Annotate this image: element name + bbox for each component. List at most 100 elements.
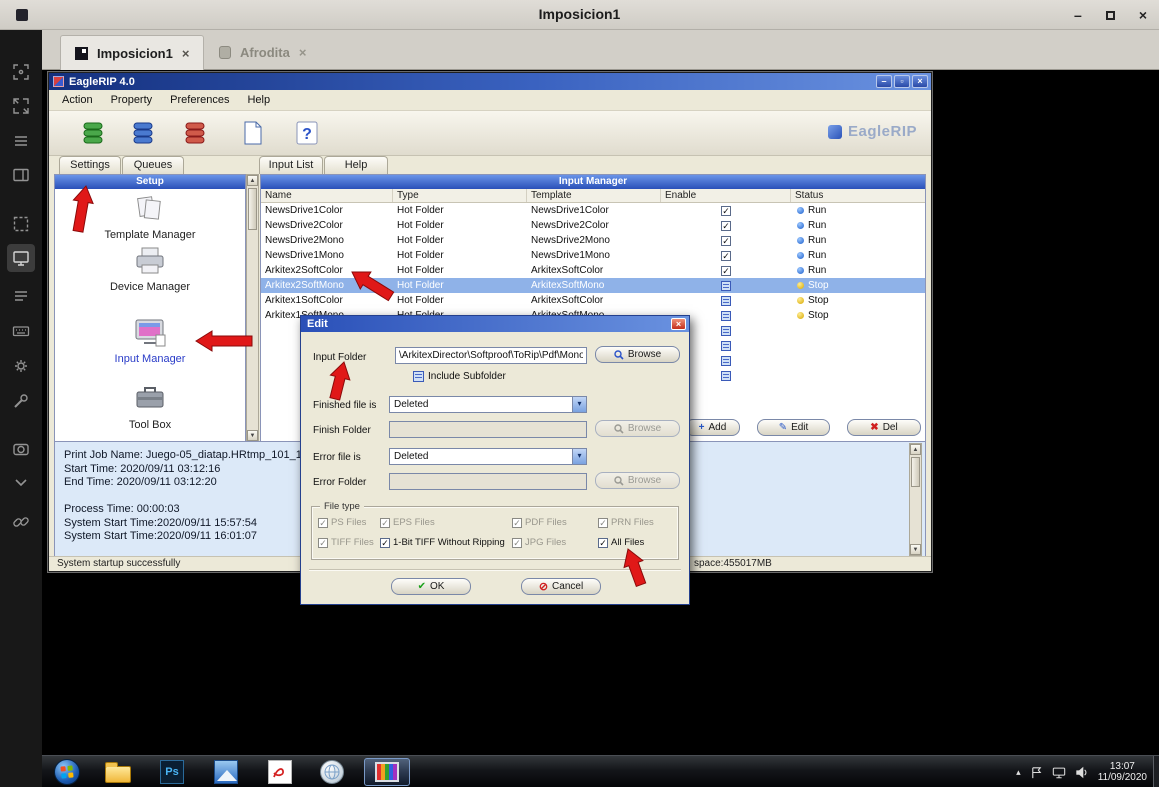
restore-button[interactable] xyxy=(1106,11,1115,20)
display-icon[interactable] xyxy=(7,244,35,272)
scroll-up-icon[interactable]: ▲ xyxy=(910,444,921,455)
chevron-down-icon[interactable]: ▾ xyxy=(572,449,586,464)
column-type[interactable]: Type xyxy=(393,189,527,202)
stop-input-icon[interactable] xyxy=(181,119,209,147)
chevron-down-icon[interactable] xyxy=(7,468,35,496)
error-file-select[interactable]: Deleted ▾ xyxy=(389,448,587,465)
tab-queues[interactable]: Queues xyxy=(122,156,184,174)
table-row[interactable]: NewsDrive1Color Hot Folder NewsDrive1Col… xyxy=(261,203,925,218)
dialog-titlebar[interactable]: Edit × xyxy=(301,316,689,332)
column-template[interactable]: Template xyxy=(527,189,661,202)
enable-checkbox[interactable] xyxy=(661,293,791,308)
include-subfolder-checkbox[interactable]: Include Subfolder xyxy=(413,371,506,382)
help-icon[interactable]: ? xyxy=(293,119,321,147)
finished-file-select[interactable]: Deleted ▾ xyxy=(389,396,587,413)
flag-icon[interactable] xyxy=(1030,766,1043,779)
enable-checkbox[interactable] xyxy=(661,248,791,263)
list-icon[interactable] xyxy=(7,282,35,310)
tab-close-icon[interactable]: × xyxy=(182,46,190,61)
window-panel-icon[interactable] xyxy=(7,161,35,189)
enable-checkbox[interactable] xyxy=(661,233,791,248)
tab-input-list[interactable]: Input List xyxy=(259,156,323,174)
column-status[interactable]: Status xyxy=(791,189,926,202)
explorer-taskbar-button[interactable] xyxy=(98,758,138,786)
setup-item-device-manager[interactable]: Device Manager xyxy=(55,243,245,293)
tab-settings[interactable]: Settings xyxy=(59,156,121,174)
start-button[interactable] xyxy=(54,759,80,785)
browser-taskbar-button[interactable] xyxy=(312,758,352,786)
column-enable[interactable]: Enable xyxy=(661,189,791,202)
ok-button[interactable]: ✔ OK xyxy=(391,578,471,595)
menu-icon[interactable] xyxy=(7,127,35,155)
checkbox-tiff-files[interactable]: TIFF Files xyxy=(318,537,374,548)
error-folder-field[interactable] xyxy=(389,473,587,490)
scroll-thumb[interactable] xyxy=(248,188,257,230)
menu-action[interactable]: Action xyxy=(53,92,102,108)
minimize-button[interactable]: – xyxy=(1074,7,1082,23)
table-row[interactable]: Arkitex2SoftColor Hot Folder ArkitexSoft… xyxy=(261,263,925,278)
document-icon[interactable] xyxy=(239,119,267,147)
scroll-down-icon[interactable]: ▼ xyxy=(247,430,258,441)
checkbox-pdf-files[interactable]: PDF Files xyxy=(512,517,567,528)
tab-afrodita[interactable]: Afrodita × xyxy=(205,35,320,70)
checkbox-eps-files[interactable]: EPS Files xyxy=(380,517,435,528)
show-desktop-button[interactable] xyxy=(1153,756,1159,787)
fullscreen-icon[interactable] xyxy=(7,92,35,120)
enable-checkbox[interactable] xyxy=(661,278,791,293)
finish-folder-field[interactable] xyxy=(389,421,587,438)
add-button[interactable]: + Add xyxy=(685,419,740,436)
table-row[interactable]: Arkitex1SoftColor Hot Folder ArkitexSoft… xyxy=(261,293,925,308)
cancel-button[interactable]: ⊘ Cancel xyxy=(521,578,601,595)
edit-button[interactable]: ✎ Edit xyxy=(757,419,830,436)
tab-imposicion1[interactable]: Imposicion1 × xyxy=(60,35,204,70)
scroll-thumb[interactable] xyxy=(911,457,920,487)
table-row[interactable]: NewsDrive2Mono Hot Folder NewsDrive2Mono… xyxy=(261,233,925,248)
menu-help[interactable]: Help xyxy=(238,92,279,108)
photo-viewer-taskbar-button[interactable] xyxy=(206,758,246,786)
tab-help[interactable]: Help xyxy=(324,156,388,174)
close-icon[interactable]: × xyxy=(671,318,686,330)
maximize-button[interactable]: ▫ xyxy=(894,75,910,88)
browse-input-folder-button[interactable]: Browse xyxy=(595,346,680,363)
table-row-selected[interactable]: Arkitex2SoftMono Hot Folder ArkitexSoftM… xyxy=(261,278,925,293)
chevron-down-icon[interactable]: ▾ xyxy=(572,397,586,412)
network-display-icon[interactable] xyxy=(1052,766,1066,779)
focus-icon[interactable] xyxy=(7,58,35,86)
acrobat-taskbar-button[interactable] xyxy=(260,758,300,786)
minimize-button[interactable]: – xyxy=(876,75,892,88)
table-row[interactable]: NewsDrive1Mono Hot Folder NewsDrive1Mono… xyxy=(261,248,925,263)
enable-checkbox[interactable] xyxy=(661,203,791,218)
eaglerip-titlebar[interactable]: EagleRIP 4.0 – ▫ × xyxy=(49,73,931,90)
enable-checkbox[interactable] xyxy=(661,263,791,278)
column-name[interactable]: Name xyxy=(261,189,393,202)
setup-scrollbar[interactable]: ▲ ▼ xyxy=(246,174,259,442)
enable-checkbox[interactable] xyxy=(661,218,791,233)
table-row[interactable]: NewsDrive2Color Hot Folder NewsDrive2Col… xyxy=(261,218,925,233)
close-button[interactable]: × xyxy=(1139,7,1147,23)
tray-expand-icon[interactable]: ▴ xyxy=(1016,767,1021,778)
checkbox-prn-files[interactable]: PRN Files xyxy=(598,517,654,528)
keyboard-icon[interactable] xyxy=(7,317,35,345)
input-folder-field[interactable] xyxy=(395,347,587,364)
volume-icon[interactable] xyxy=(1075,766,1089,779)
enable-input-icon[interactable] xyxy=(129,119,157,147)
menu-property[interactable]: Property xyxy=(102,92,162,108)
checkbox-jpg-files[interactable]: JPG Files xyxy=(512,537,566,548)
scroll-down-icon[interactable]: ▼ xyxy=(910,544,921,555)
wrench-icon[interactable] xyxy=(7,387,35,415)
selection-icon[interactable] xyxy=(7,210,35,238)
tab-close-icon[interactable]: × xyxy=(299,45,307,60)
checkbox-1bit-tiff[interactable]: 1-Bit TIFF Without Ripping xyxy=(380,537,505,548)
close-button[interactable]: × xyxy=(912,75,928,88)
gear-icon[interactable] xyxy=(7,352,35,380)
taskbar-clock[interactable]: 13:07 11/09/2020 xyxy=(1098,761,1147,783)
setup-item-tool-box[interactable]: Tool Box xyxy=(55,381,245,431)
job-scrollbar[interactable]: ▲ ▼ xyxy=(909,443,922,556)
scroll-up-icon[interactable]: ▲ xyxy=(247,175,258,186)
photoshop-taskbar-button[interactable]: Ps xyxy=(152,758,192,786)
setup-item-input-manager[interactable]: Input Manager xyxy=(55,317,245,365)
del-button[interactable]: ✖ Del xyxy=(847,419,921,436)
checkbox-all-files[interactable]: All Files xyxy=(598,537,644,548)
menu-preferences[interactable]: Preferences xyxy=(161,92,238,108)
start-input-icon[interactable] xyxy=(79,119,107,147)
